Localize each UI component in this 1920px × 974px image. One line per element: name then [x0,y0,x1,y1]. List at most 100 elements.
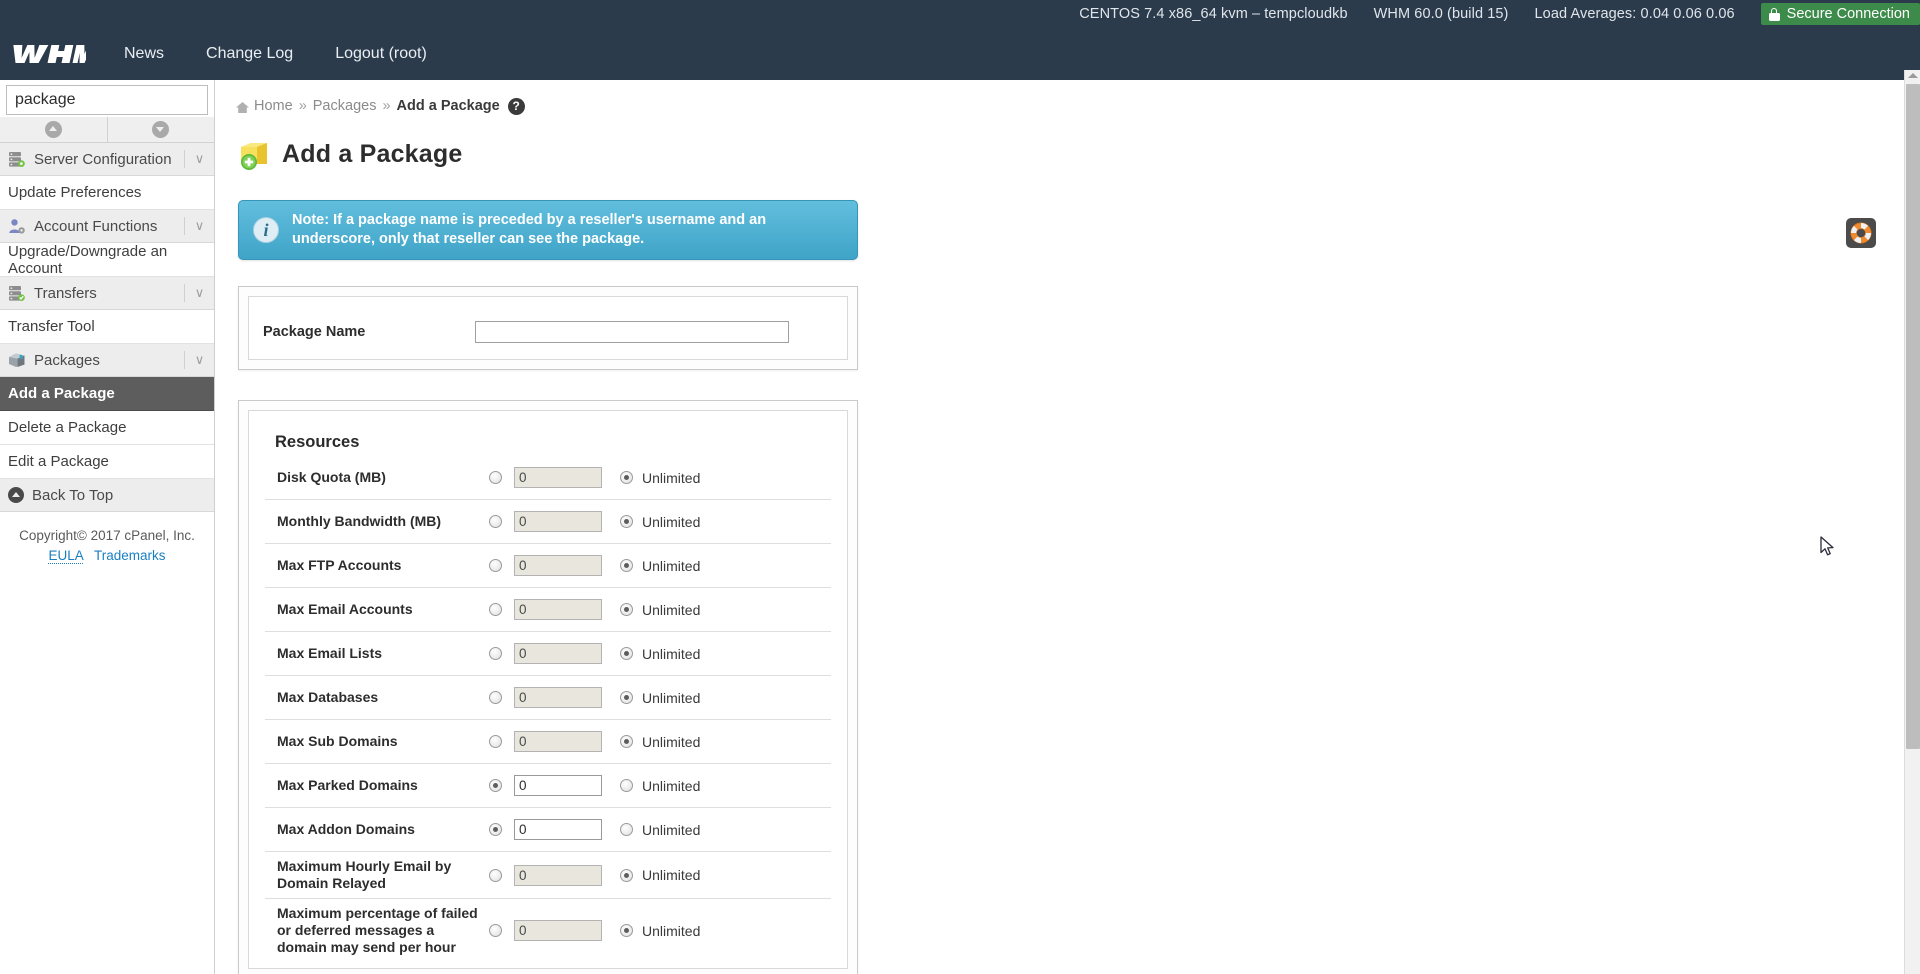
sidebar-category-packages[interactable]: Packages ∨ [0,344,214,377]
resource-label: Maximum percentage of failed or deferred… [277,905,478,955]
resource-value-input[interactable] [514,864,602,886]
resource-unlimited-radio[interactable] [620,471,633,484]
eula-link[interactable]: EULA [48,548,83,564]
resource-unlimited-radio[interactable] [620,868,633,882]
resource-number-radio[interactable] [489,603,502,616]
nav-next-button[interactable] [107,117,214,142]
user-icon [8,218,26,234]
resource-value-input[interactable] [514,731,602,752]
nav-prev-button[interactable] [0,117,108,142]
resource-value-input[interactable] [514,819,602,840]
sidebar-item-add-a-package[interactable]: Add a Package [0,377,214,411]
resource-unlimited-radio[interactable] [620,691,633,704]
page-title-row: Add a Package [216,138,1904,170]
resource-row: Monthly Bandwidth (MB) Unlimited [265,500,831,544]
header-link-logout[interactable]: Logout (root) [335,45,427,63]
resource-value-input[interactable] [514,467,602,488]
resource-value-input[interactable] [514,511,602,532]
vertical-scrollbar[interactable] [1904,70,1920,974]
resource-unlimited-radio[interactable] [620,924,633,937]
sidebar-item-delete-a-package[interactable]: Delete a Package [0,411,214,445]
sidebar: × Server Configuration ∨ Update Preference… [0,80,215,974]
back-to-top-label: Back To Top [32,486,114,504]
sidebar-item-label: Transfer Tool [8,318,95,335]
sidebar-category-label: Server Configuration [34,150,172,168]
chevron-down-icon[interactable]: ∨ [184,351,214,369]
resource-value-input[interactable] [514,687,602,708]
chevron-down-icon[interactable]: ∨ [184,284,214,302]
help-icon[interactable]: ? [507,97,525,115]
top-status-bar: CENTOS 7.4 x86_64 kvm – tempcloudkb WHM … [0,0,1920,28]
chevron-up-icon [44,121,62,138]
load-averages-text: Load Averages: 0.04 0.06 0.06 [1534,6,1735,22]
page-title: Add a Package [282,139,463,168]
resource-unlimited-radio[interactable] [620,603,633,616]
sidebar-item-transfer-tool[interactable]: Transfer Tool [0,310,214,344]
scroll-up-icon[interactable] [1908,73,1918,78]
breadcrumb-home[interactable]: Home [254,98,293,114]
resource-value-input[interactable] [514,599,602,620]
sidebar-category-server-configuration[interactable]: Server Configuration ∨ [0,143,214,176]
scrollbar-thumb[interactable] [1906,84,1920,749]
trademarks-link[interactable]: Trademarks [94,548,166,563]
sidebar-item-edit-a-package[interactable]: Edit a Package [0,445,214,479]
resource-number-radio[interactable] [489,559,502,572]
resource-unlimited-radio[interactable] [620,735,633,748]
resource-number-radio[interactable] [489,924,502,937]
sidebar-item-upgrade-downgrade-an-account[interactable]: Upgrade/Downgrade an Account [0,243,214,277]
sidebar-search-wrap: × [0,80,214,117]
resource-number-radio[interactable] [489,515,502,528]
resource-unlimited-radio[interactable] [620,823,633,836]
lifesaver-icon[interactable] [1846,218,1876,248]
resource-unlimited-label: Unlimited [642,557,701,574]
package-name-panel: Package Name [238,286,858,370]
resource-unlimited-label: Unlimited [642,733,701,750]
whm-logo[interactable] [12,42,86,66]
resource-unlimited-radio[interactable] [620,559,633,572]
sidebar-category-account-functions[interactable]: Account Functions ∨ [0,210,214,243]
resource-label: Disk Quota (MB) [277,469,386,485]
add-package-icon [238,138,270,170]
resource-label: Monthly Bandwidth (MB) [277,513,442,529]
sidebar-item-label: Edit a Package [8,453,109,470]
resource-number-radio[interactable] [489,823,502,836]
copyright-block: Copyright© 2017 cPanel, Inc. EULA Tradem… [0,526,214,566]
resource-number-radio[interactable] [489,691,502,704]
resource-number-radio[interactable] [489,779,502,792]
package-name-input[interactable] [475,321,789,343]
chevron-down-icon[interactable]: ∨ [184,150,214,168]
resource-row: Max Email Accounts Unlimited [265,588,831,632]
resource-label: Max FTP Accounts [277,557,402,573]
resource-unlimited-radio[interactable] [620,515,633,528]
search-box[interactable]: × [6,85,214,115]
resource-label: Max Email Accounts [277,601,413,617]
resource-number-radio[interactable] [489,735,502,748]
sidebar-groups: Server Configuration ∨ Update Preferences A… [0,143,214,479]
arrow-up-circle-icon [8,487,24,503]
resource-value-input[interactable] [514,555,602,576]
resource-unlimited-radio[interactable] [620,779,633,792]
resource-row: Maximum percentage of failed or deferred… [265,899,831,962]
resource-unlimited-radio[interactable] [620,647,633,660]
resource-value-input[interactable] [514,775,602,796]
resource-value-input[interactable] [514,643,602,664]
resource-label: Max Databases [277,689,379,705]
header-link-news[interactable]: News [124,45,164,63]
secure-connection-badge[interactable]: Secure Connection [1760,3,1920,25]
chevron-down-icon[interactable]: ∨ [184,217,214,235]
header-link-change-log[interactable]: Change Log [206,45,293,63]
resource-row: Max Email Lists Unlimited [265,632,831,676]
back-to-top-button[interactable]: Back To Top [0,479,214,512]
resource-label: Maximum Hourly Email by Domain Relayed [277,858,452,891]
resource-number-radio[interactable] [489,471,502,484]
chevron-down-icon [152,121,170,138]
sidebar-item-update-preferences[interactable]: Update Preferences [0,176,214,210]
sidebar-category-transfers[interactable]: Transfers ∨ [0,277,214,310]
resource-number-radio[interactable] [489,647,502,660]
resource-number-radio[interactable] [489,868,502,882]
breadcrumb-packages[interactable]: Packages [313,98,377,114]
resource-unlimited-label: Unlimited [642,922,701,939]
resource-label: Max Parked Domains [277,777,418,793]
search-input[interactable] [7,87,214,113]
resource-value-input[interactable] [514,920,602,941]
